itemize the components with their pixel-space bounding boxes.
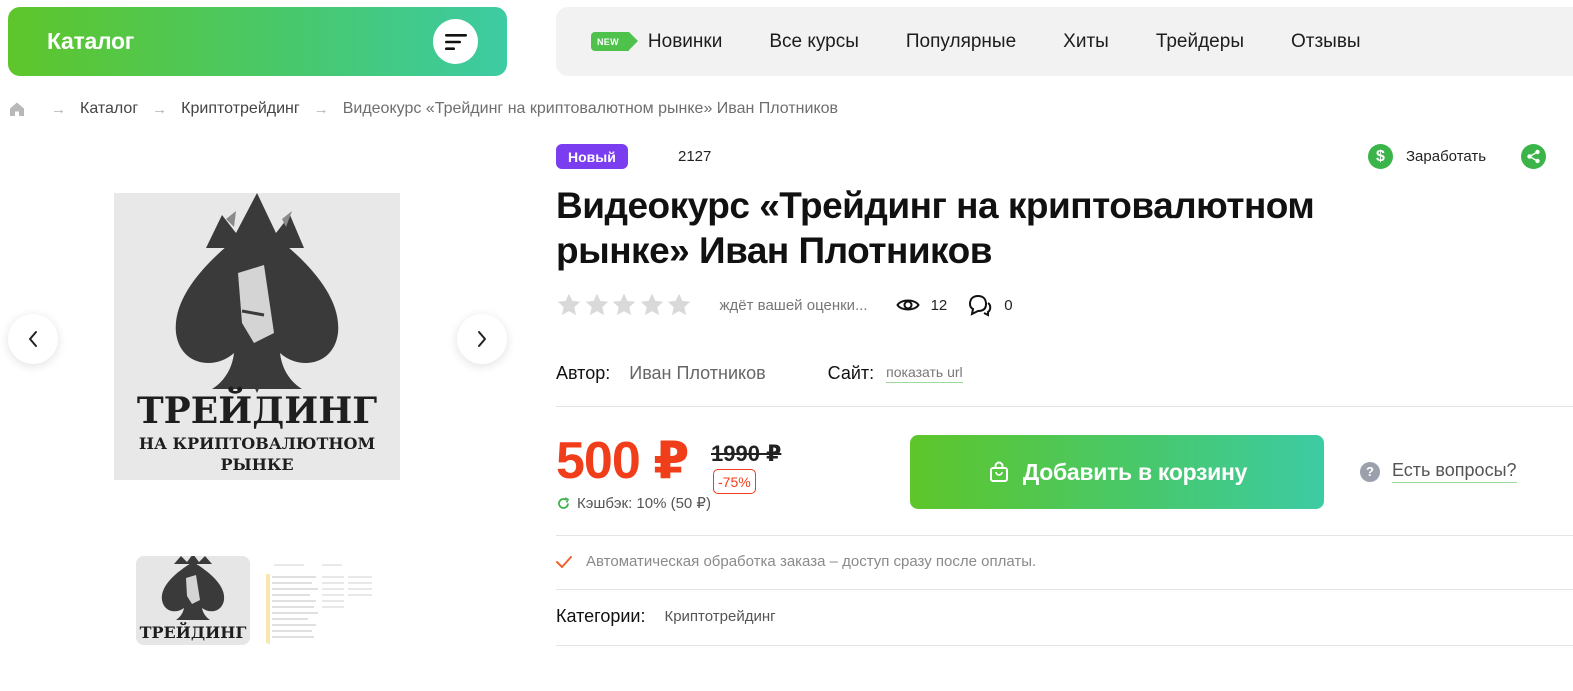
divider xyxy=(556,535,1573,536)
price: 500 ₽ xyxy=(556,432,689,490)
discount-badge: -75% xyxy=(713,469,756,494)
auto-processing-note: Автоматическая обработка заказа – доступ… xyxy=(556,553,1036,570)
questions-link[interactable]: ? Есть вопросы? xyxy=(1360,460,1517,483)
course-cover-image: ТРЕЙДИНГ НА КРИПТОВАЛЮТНОМ РЫНКЕ xyxy=(114,193,400,480)
arrow-right-icon: → xyxy=(51,100,66,118)
divider xyxy=(556,645,1573,646)
add-to-cart-button[interactable]: Добавить в корзину xyxy=(910,435,1324,509)
nav-item-hits[interactable]: Хиты xyxy=(1063,31,1109,53)
earn-link[interactable]: $ Заработать xyxy=(1368,144,1486,169)
share-button[interactable] xyxy=(1521,144,1546,169)
cover-title-1: ТРЕЙДИНГ xyxy=(137,387,377,432)
category-link[interactable]: Криптотрейдинг xyxy=(664,608,775,625)
chevron-left-icon xyxy=(29,331,37,347)
breadcrumb-current: Видеокурс «Трейдинг на криптовалютном ры… xyxy=(342,100,839,117)
cashback: Кэшбэк: 10% (50 ₽) xyxy=(557,494,711,512)
star-icon[interactable] xyxy=(639,292,665,318)
refresh-icon xyxy=(558,496,570,509)
home-icon[interactable] xyxy=(9,101,25,117)
star-rating[interactable] xyxy=(556,292,694,318)
meta-row: Автор: Иван Плотников Сайт: показать url xyxy=(556,363,963,384)
star-icon[interactable] xyxy=(584,292,610,318)
arrow-right-icon: → xyxy=(152,100,168,118)
file-list-screenshot-image xyxy=(264,556,378,645)
nav-item-new[interactable]: Новинки xyxy=(648,31,722,53)
questions-label: Есть вопросы? xyxy=(1392,460,1517,483)
breadcrumb-crypto-trading[interactable]: Криптотрейдинг xyxy=(181,100,300,118)
shopping-bag-icon xyxy=(989,461,1008,482)
author-value[interactable]: Иван Плотников xyxy=(629,363,765,384)
cover-title-2: НА КРИПТОВАЛЮТНОМ xyxy=(139,434,375,453)
show-url-link[interactable]: показать url xyxy=(886,364,963,383)
catalog-button[interactable]: Каталог xyxy=(8,7,507,76)
views-count: 12 xyxy=(895,296,948,314)
chevron-right-icon xyxy=(478,331,486,347)
product-title: Видеокурс «Трейдинг на криптовалютном ры… xyxy=(556,185,1315,271)
product-image[interactable]: ТРЕЙДИНГ НА КРИПТОВАЛЮТНОМ РЫНКЕ xyxy=(114,193,400,480)
question-icon: ? xyxy=(1360,461,1380,482)
categories-row: Категории: Криптотрейдинг xyxy=(556,606,776,627)
thumbnail-cover-title: ТРЕЙДИНГ xyxy=(140,621,247,642)
breadcrumb: → Каталог → Криптотрейдинг → Видеокурс «… xyxy=(9,99,838,119)
site-label: Сайт: xyxy=(827,363,875,383)
divider xyxy=(556,406,1573,407)
comments-value: 0 xyxy=(1004,296,1013,314)
old-price: 1990 ₽ xyxy=(711,441,782,466)
checkmark-icon xyxy=(556,555,572,568)
nav-item-reviews[interactable]: Отзывы xyxy=(1291,31,1361,53)
arrow-right-icon: → xyxy=(313,100,329,118)
thumbnail-cover-image: ТРЕЙДИНГ xyxy=(136,556,250,645)
star-icon[interactable] xyxy=(556,292,582,318)
comments-icon xyxy=(969,294,992,317)
cover-title-3: РЫНКЕ xyxy=(220,455,293,474)
star-icon[interactable] xyxy=(611,292,637,318)
nav-item-all-courses[interactable]: Все курсы xyxy=(769,31,859,53)
thumbnail-2[interactable] xyxy=(264,556,378,645)
star-icon[interactable] xyxy=(666,292,692,318)
thumbnail-1[interactable]: ТРЕЙДИНГ xyxy=(136,556,250,645)
comments-count[interactable]: 0 xyxy=(967,293,1013,317)
nav-item-traders[interactable]: Трейдеры xyxy=(1156,31,1244,53)
nav-item-popular[interactable]: Популярные xyxy=(906,31,1016,53)
divider xyxy=(556,589,1573,590)
rating-row: ждёт вашей оценки... 12 0 xyxy=(556,290,1033,320)
rating-text: ждёт вашей оценки... xyxy=(719,296,868,314)
dollar-icon: $ xyxy=(1368,144,1393,169)
author-label: Автор: xyxy=(556,363,611,383)
new-badge: Новый xyxy=(556,144,628,169)
auto-processing-text: Автоматическая обработка заказа – доступ… xyxy=(586,553,1037,570)
gallery-prev-button[interactable] xyxy=(8,314,58,364)
gallery-next-button[interactable] xyxy=(457,314,507,364)
earn-label: Заработать xyxy=(1406,148,1487,165)
new-tag: NEW xyxy=(591,32,638,51)
catalog-label: Каталог xyxy=(47,28,135,54)
eye-icon xyxy=(895,299,920,311)
product-id: 2127 xyxy=(678,148,712,165)
cashback-text: Кэшбэк: 10% (50 ₽) xyxy=(577,495,711,512)
menu-icon xyxy=(433,19,478,64)
share-icon xyxy=(1527,149,1540,164)
add-to-cart-label: Добавить в корзину xyxy=(1022,458,1248,485)
views-value: 12 xyxy=(930,296,948,314)
breadcrumb-catalog[interactable]: Каталог xyxy=(80,100,138,118)
categories-label: Категории: xyxy=(556,606,646,626)
top-nav: NEW Новинки Все курсы Популярные Хиты Тр… xyxy=(556,7,1573,76)
